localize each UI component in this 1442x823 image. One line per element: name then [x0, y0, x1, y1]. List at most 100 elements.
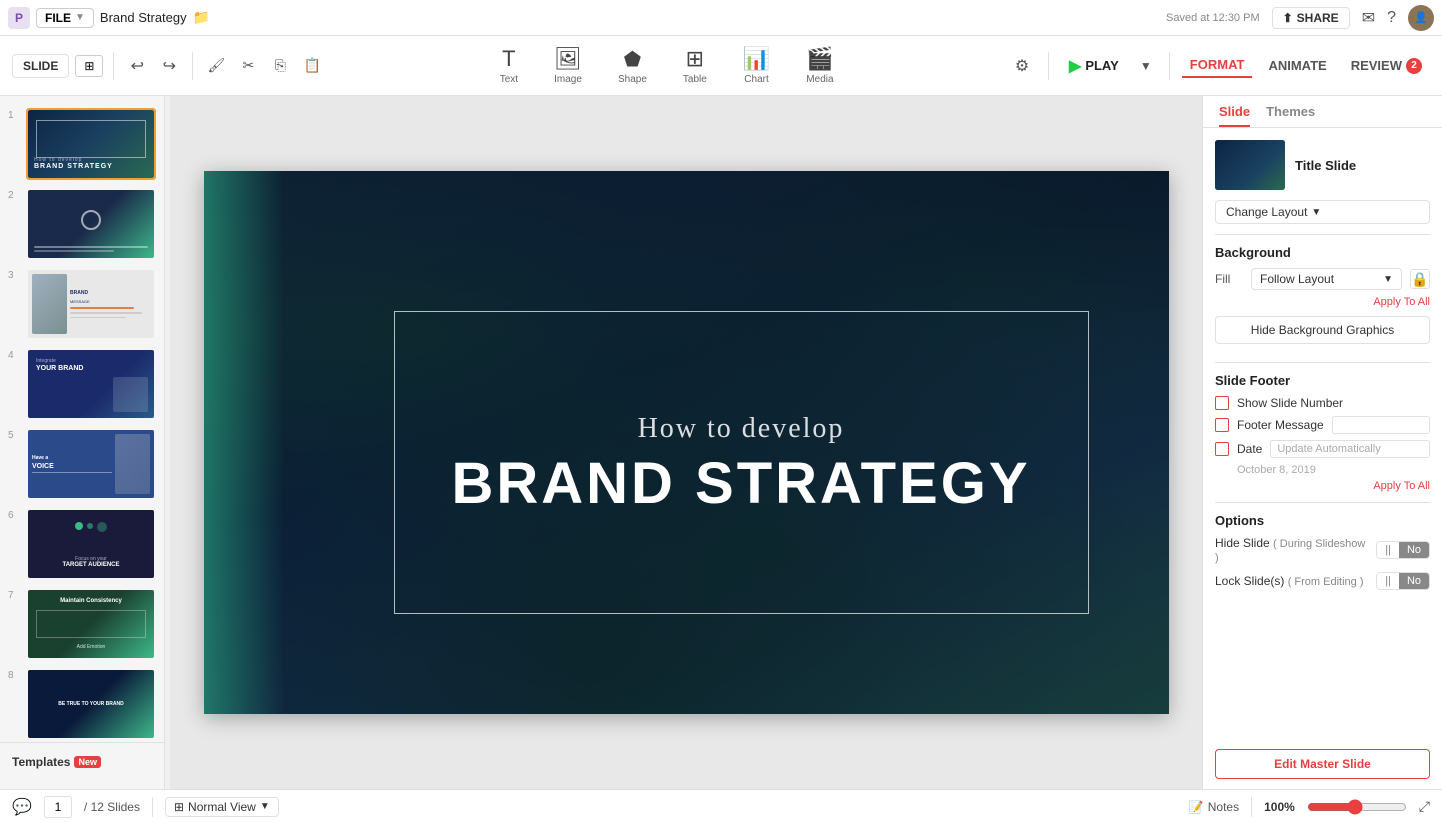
slide-button[interactable]: SLIDE: [12, 54, 69, 78]
text-icon: T: [502, 46, 515, 72]
slide-thumbnail[interactable]: BE TRUE TO YOUR BRAND: [26, 668, 156, 740]
footer-message-input[interactable]: [1332, 416, 1430, 434]
redo-button[interactable]: ↪: [156, 53, 182, 79]
normal-view-button[interactable]: ⊞ Normal View ▼: [165, 797, 279, 817]
play-icon: ▶: [1069, 56, 1081, 76]
lock-slide-toggle-no[interactable]: No: [1399, 573, 1429, 589]
media-tool[interactable]: 🎬 Media: [798, 42, 841, 89]
image-tool[interactable]: 🖼 Image: [546, 42, 590, 89]
date-option-input[interactable]: [1270, 440, 1430, 458]
shape-icon: ⬟: [624, 47, 641, 72]
lock-slide-option: Lock Slide(s) ( From Editing ) || No: [1215, 572, 1430, 590]
new-badge: New: [74, 756, 101, 768]
hide-slide-toggle-pause[interactable]: ||: [1377, 542, 1399, 558]
toolbar-center: T Text 🖼 Image ⬟ Shape ⊞ Table 📊 Chart 🎬…: [341, 42, 992, 89]
divider2: [192, 52, 193, 80]
list-item[interactable]: 1 How to develop BRAND STRATEGY: [0, 104, 164, 184]
apply-to-all-link[interactable]: Apply To All: [1215, 296, 1430, 308]
slide-thumbnail[interactable]: Focus on your TARGET AUDIENCE: [26, 508, 156, 580]
shape-tool[interactable]: ⬟ Shape: [610, 43, 655, 89]
slide-canvas[interactable]: How to develop BRAND STRATEGY: [204, 171, 1169, 714]
slide-preview-content: [1215, 140, 1285, 190]
hide-slide-toggle[interactable]: || No: [1376, 541, 1430, 559]
zoom-slider[interactable]: [1307, 799, 1407, 815]
date-checkbox[interactable]: [1215, 442, 1229, 456]
slide-subtitle: How to develop: [638, 413, 845, 445]
topbar-left: P FILE ▼ Brand Strategy 📁: [8, 7, 713, 29]
right-panel: Slide Themes Title Slide Change Layout ▼: [1202, 96, 1442, 789]
right-panel-content: Title Slide Change Layout ▼ Background F…: [1203, 128, 1442, 739]
slide-thumbnail[interactable]: Integrate YOUR BRAND: [26, 348, 156, 420]
list-item[interactable]: 3 BRAND MESSAGE: [0, 264, 164, 344]
toolbar-right: ⚙ ▶ PLAY ▼ FORMAT ANIMATE REVIEW 2: [1008, 52, 1430, 80]
play-button[interactable]: ▶ PLAY: [1061, 52, 1127, 80]
list-item[interactable]: 8 BE TRUE TO YOUR BRAND: [0, 664, 164, 744]
edit-master-slide-button[interactable]: Edit Master Slide: [1215, 749, 1430, 779]
copy-button[interactable]: ⎘: [267, 53, 293, 79]
slide-number: 3: [8, 270, 20, 281]
tab-animate[interactable]: ANIMATE: [1260, 54, 1334, 77]
topbar: P FILE ▼ Brand Strategy 📁 Saved at 12:30…: [0, 0, 1442, 36]
hide-slide-toggle-no[interactable]: No: [1399, 542, 1429, 558]
fill-lock-button[interactable]: 🔒: [1410, 269, 1430, 289]
file-button[interactable]: FILE ▼: [36, 8, 94, 28]
share-button[interactable]: ⬆ SHARE: [1272, 7, 1350, 29]
scissors-button[interactable]: ✂: [235, 53, 261, 79]
slide-thumbnail[interactable]: Maintain Consistency Add Emotion: [26, 588, 156, 660]
list-item[interactable]: 7 Maintain Consistency Add Emotion: [0, 584, 164, 664]
tab-format[interactable]: FORMAT: [1182, 53, 1253, 78]
table-tool[interactable]: ⊞ Table: [675, 42, 715, 89]
help-icon[interactable]: ?: [1387, 9, 1396, 27]
fullscreen-icon[interactable]: ⤢: [1419, 798, 1430, 815]
chevron-down-icon: ▼: [1311, 207, 1321, 218]
slide-info: Title Slide: [1295, 158, 1430, 173]
lock-slide-toggle[interactable]: || No: [1376, 572, 1430, 590]
list-item[interactable]: 6 Focus on your TARGET AUDIENCE: [0, 504, 164, 584]
page-input[interactable]: [44, 796, 72, 818]
play-label: PLAY: [1085, 58, 1118, 73]
bottom-bar: 💬 / 12 Slides ⊞ Normal View ▼ 📝 Notes 10…: [0, 789, 1442, 823]
avatar[interactable]: 👤: [1408, 5, 1434, 31]
chart-tool[interactable]: 📊 Chart: [735, 42, 778, 89]
slide-panel-footer: Templates New: [0, 742, 164, 781]
slide-thumbnail[interactable]: Have a VOICE: [26, 428, 156, 500]
paint-format-button[interactable]: 🖌: [203, 53, 229, 79]
slide-thumbnail[interactable]: BRAND MESSAGE: [26, 268, 156, 340]
list-item[interactable]: 2: [0, 184, 164, 264]
show-slide-number-checkbox[interactable]: [1215, 396, 1229, 410]
settings-button[interactable]: ⚙: [1008, 52, 1036, 80]
footer-message-checkbox[interactable]: [1215, 418, 1229, 432]
slide-number: 8: [8, 670, 20, 681]
tab-slide[interactable]: Slide: [1219, 104, 1250, 127]
change-layout-button[interactable]: Change Layout ▼: [1215, 200, 1430, 224]
templates-label: Templates: [12, 755, 70, 769]
notes-button[interactable]: 📝 Notes: [1189, 800, 1239, 814]
text-tool[interactable]: T Text: [492, 42, 526, 89]
play-dropdown[interactable]: ▼: [1135, 55, 1157, 77]
mail-icon[interactable]: ✉: [1362, 8, 1375, 28]
lock-slide-toggle-pause[interactable]: ||: [1377, 573, 1399, 589]
layout-toggle-button[interactable]: ⊞: [75, 55, 103, 77]
divider2: [1215, 362, 1430, 363]
footer-apply-to-all-link[interactable]: Apply To All: [1215, 480, 1430, 492]
list-item[interactable]: 5 Have a VOICE: [0, 424, 164, 504]
slide-thumbnail[interactable]: [26, 188, 156, 260]
main-area: 1 How to develop BRAND STRATEGY 2: [0, 96, 1442, 789]
slide-title: BRAND STRATEGY: [451, 455, 1030, 513]
hide-background-graphics-button[interactable]: Hide Background Graphics: [1215, 316, 1430, 344]
undo-button[interactable]: ↩: [124, 53, 150, 79]
list-item[interactable]: 4 Integrate YOUR BRAND: [0, 344, 164, 424]
tab-review[interactable]: REVIEW 2: [1343, 54, 1430, 78]
file-chevron: ▼: [75, 12, 85, 23]
paste-button[interactable]: 📋: [299, 53, 325, 79]
table-icon: ⊞: [686, 46, 704, 72]
slide-content-box[interactable]: How to develop BRAND STRATEGY: [394, 311, 1089, 614]
comment-icon[interactable]: 💬: [12, 797, 32, 817]
slide-thumbnail[interactable]: How to develop BRAND STRATEGY: [26, 108, 156, 180]
fill-option-label: Follow Layout: [1260, 272, 1334, 286]
templates-button[interactable]: Templates New: [8, 751, 156, 773]
tab-themes[interactable]: Themes: [1266, 104, 1315, 127]
show-slide-number-label: Show Slide Number: [1237, 396, 1343, 410]
fill-dropdown[interactable]: Follow Layout ▼: [1251, 268, 1402, 290]
app-icon: P: [8, 7, 30, 29]
